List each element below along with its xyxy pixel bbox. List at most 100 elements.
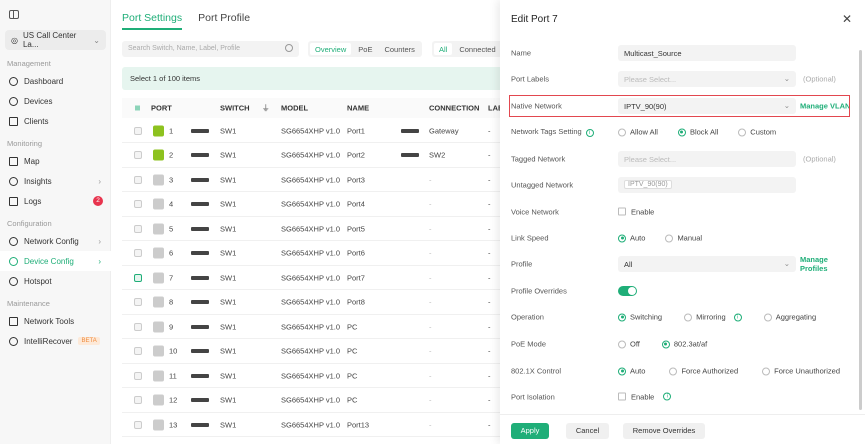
radio-mirroring[interactable]: Mirroring i <box>684 313 742 322</box>
col-switch[interactable]: SWITCH <box>220 104 250 113</box>
radio-poe-802[interactable]: 802.3at/af <box>661 339 708 349</box>
row-checkbox[interactable] <box>134 396 142 404</box>
search-input[interactable]: Search Switch, Name, Label, Profile <box>122 41 299 57</box>
close-icon[interactable]: ✕ <box>842 12 852 26</box>
col-model[interactable]: MODEL <box>281 104 308 113</box>
table-row[interactable]: 1 SW1 SG6654XHP v1.0 Port1 Gateway - <box>122 119 502 143</box>
row-checkbox[interactable] <box>134 347 142 355</box>
sidebar-item-hotspot[interactable]: Hotspot <box>0 271 111 291</box>
radio-custom[interactable]: Custom <box>738 128 776 137</box>
name-input[interactable]: Multicast_Source <box>618 45 796 61</box>
radio-aggregating[interactable]: Aggregating <box>763 313 816 322</box>
radio-label: 802.3at/af <box>673 339 708 349</box>
devices-icon <box>9 96 18 106</box>
port-status-icon <box>153 125 164 136</box>
radio-force-authorized[interactable]: Force Authorized <box>669 367 738 376</box>
port-label: - <box>488 420 491 429</box>
radio-allow-all[interactable]: Allow All <box>618 128 658 137</box>
table-row[interactable]: 5 SW1 SG6654XHP v1.0 Port5 - - <box>122 217 502 241</box>
radio-switching[interactable]: Switching <box>618 313 662 322</box>
radio-8021x-auto[interactable]: Auto <box>618 367 645 376</box>
label: Port Labels <box>511 74 549 84</box>
port-status-icon <box>153 345 164 357</box>
select-all-checkbox[interactable] <box>135 105 140 111</box>
row-checkbox[interactable] <box>134 322 142 331</box>
row-checkbox[interactable] <box>134 126 142 135</box>
sidebar-item-clients[interactable]: Clients <box>0 111 111 131</box>
sidebar-item-dashboard[interactable]: Dashboard <box>0 71 111 91</box>
tab-port-settings[interactable]: Port Settings <box>122 12 183 30</box>
label: PoE Mode <box>511 339 547 349</box>
sidebar-item-insights[interactable]: Insights › <box>0 171 111 191</box>
table-row[interactable]: 3 SW1 SG6654XHP v1.0 Port3 - - <box>122 168 502 192</box>
apply-button[interactable]: Apply <box>511 423 549 439</box>
row-checkbox[interactable] <box>134 273 142 282</box>
sidebar-item-network-tools[interactable]: Network Tools <box>0 311 111 331</box>
cancel-button[interactable]: Cancel <box>566 423 609 439</box>
table-row[interactable]: 9 SW1 SG6654XHP v1.0 PC - - <box>122 315 502 339</box>
site-selector[interactable]: ◎ US Call Center La... ⌄ <box>5 30 106 50</box>
radio-circle <box>618 340 626 348</box>
view-counters[interactable]: Counters <box>379 43 419 55</box>
field-poe-mode: PoE Mode Off 802.3at/af <box>511 334 856 354</box>
row-checkbox[interactable] <box>134 151 142 159</box>
table-row[interactable]: 8 SW1 SG6654XHP v1.0 Port8 - - <box>122 291 502 315</box>
row-checkbox[interactable] <box>134 298 142 306</box>
tagged-network-select[interactable]: Please Select... <box>618 151 796 167</box>
radio-force-unauthorized[interactable]: Force Unauthorized <box>762 367 840 376</box>
tab-port-profile[interactable]: Port Profile <box>198 12 250 30</box>
table-row[interactable]: 6 SW1 SG6654XHP v1.0 Port6 - - <box>122 242 502 266</box>
sidebar-item-devices[interactable]: Devices <box>0 91 111 111</box>
profile-select[interactable]: All ⌄ <box>618 256 796 272</box>
sidebar-item-intellirecover[interactable]: IntelliRecover BETA <box>0 331 111 351</box>
col-connection[interactable]: CONNECTION <box>429 104 479 113</box>
scrollbar[interactable] <box>859 50 862 410</box>
radio-block-all[interactable]: Block All <box>677 128 718 137</box>
sidebar-item-network-config[interactable]: Network Config › <box>0 231 111 251</box>
table-row[interactable]: 7 SW1 SG6654XHP v1.0 Port7 - - <box>122 266 502 290</box>
table-row[interactable]: 2 SW1 SG6654XHP v1.0 Port2 SW2 - <box>122 144 502 168</box>
radio-poe-off[interactable]: Off <box>618 340 640 349</box>
filter-all[interactable]: All <box>434 43 453 55</box>
filter-connected[interactable]: Connected <box>454 43 500 55</box>
row-checkbox[interactable] <box>134 200 142 208</box>
map-icon <box>9 156 18 166</box>
view-poe[interactable]: PoE <box>353 43 377 55</box>
switch-icon <box>401 153 419 157</box>
row-checkbox[interactable] <box>134 175 142 184</box>
table-row[interactable]: 13 SW1 SG6654XHP v1.0 Port13 - - <box>122 413 502 437</box>
label: Network Config <box>24 236 79 246</box>
row-checkbox[interactable] <box>134 249 142 257</box>
view-overview[interactable]: Overview <box>310 43 352 55</box>
switch-name: SW1 <box>220 248 237 258</box>
profile-overrides-toggle[interactable] <box>618 286 637 296</box>
sidebar-item-device-config[interactable]: Device Config › <box>0 251 111 271</box>
row-checkbox[interactable] <box>134 420 142 429</box>
col-name[interactable]: NAME <box>347 104 369 113</box>
table-row[interactable]: 11 SW1 SG6654XHP v1.0 PC - - <box>122 364 502 388</box>
filter-icon[interactable]: ⏚ <box>262 103 270 114</box>
radio-auto[interactable]: Auto <box>618 234 645 243</box>
drawer-title: Edit Port 7 <box>511 14 558 25</box>
row-checkbox[interactable] <box>134 224 142 233</box>
col-port[interactable]: PORT <box>151 104 172 113</box>
port-number: 3 <box>169 175 174 184</box>
port-labels-select[interactable]: Please Select... ⌄ <box>618 71 796 87</box>
info-icon[interactable]: i <box>585 129 594 137</box>
sidebar-item-logs[interactable]: Logs 2 <box>0 191 111 211</box>
sidebar-toggle-icon[interactable] <box>9 10 19 19</box>
remove-overrides-button[interactable]: Remove Overrides <box>623 423 705 439</box>
table-row[interactable]: 10 SW1 SG6654XHP v1.0 PC - - <box>122 340 502 364</box>
row-checkbox[interactable] <box>134 371 142 380</box>
table-row[interactable]: 12 SW1 SG6654XHP v1.0 PC - - <box>122 389 502 413</box>
voice-enable-checkbox[interactable] <box>618 207 626 216</box>
model: SG6654XHP v1.0 <box>281 322 341 331</box>
table-row[interactable]: 4 SW1 SG6654XHP v1.0 Port4 - - <box>122 193 502 217</box>
isolation-enable-checkbox[interactable] <box>618 392 626 401</box>
manage-profiles-link[interactable]: Manage Profiles <box>800 255 856 273</box>
info-icon[interactable]: i <box>733 313 742 321</box>
info-icon[interactable]: i <box>663 392 672 401</box>
radio-manual[interactable]: Manual <box>665 234 702 243</box>
connection: - <box>429 297 432 307</box>
sidebar-item-map[interactable]: Map <box>0 151 111 171</box>
